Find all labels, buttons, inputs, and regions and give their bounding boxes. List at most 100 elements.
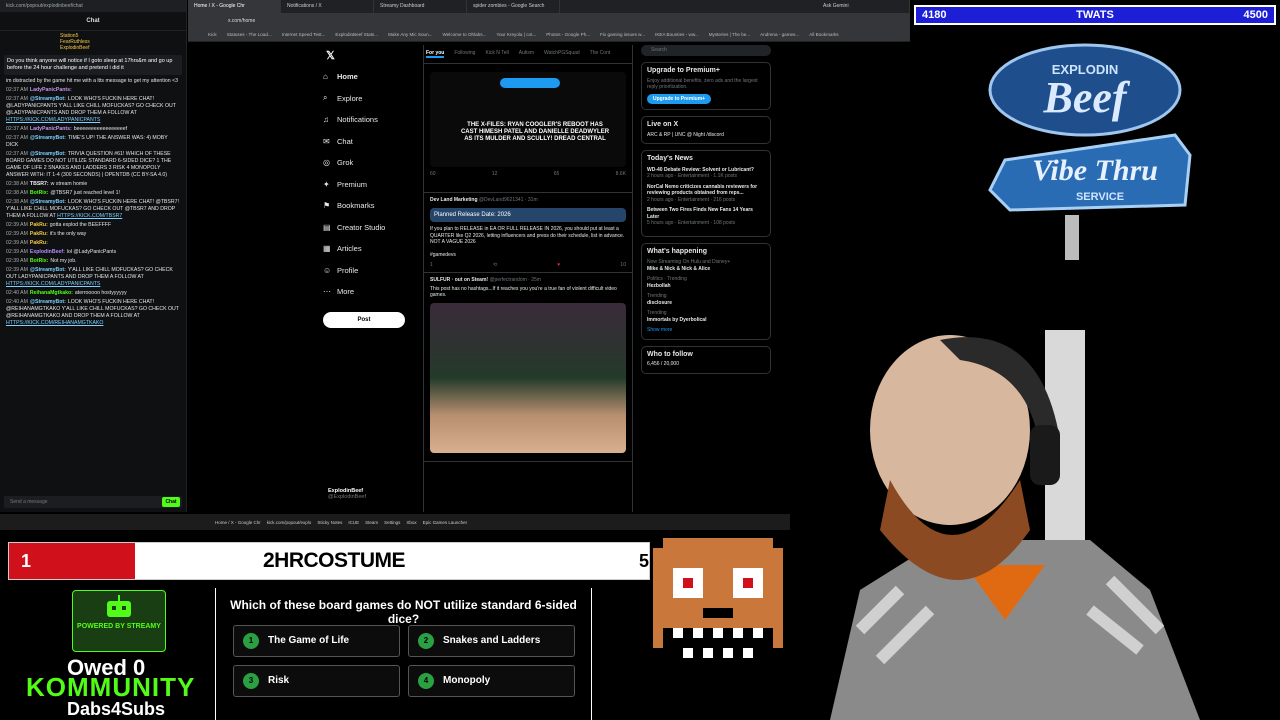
account-switcher[interactable]: ExplodinBeef @ExplodinBeef: [328, 488, 366, 500]
taskbar-item[interactable]: ICUE: [348, 520, 359, 525]
news-item[interactable]: NorCal Nemo criticizes cannabis reviewer…: [647, 184, 765, 204]
nav-bookmarks[interactable]: ⚑ Bookmarks: [323, 195, 423, 217]
feed-tab[interactable]: Kick N Tell: [485, 50, 508, 58]
bookmark-item[interactable]: Your Kreyola | cot...: [496, 29, 536, 41]
bookmark-item[interactable]: ExplodinBeef Stats...: [335, 29, 378, 41]
message-user[interactable]: @StreamyBot:: [30, 135, 66, 141]
bookmark-item[interactable]: Fix gaming issues w...: [600, 29, 645, 41]
browser-tab[interactable]: spider zombies - Google Search: [467, 0, 560, 13]
bookmark-item[interactable]: Make Any Mic Soun...: [388, 29, 432, 41]
bookmark-item[interactable]: IKEA Bounties - ww...: [655, 29, 699, 41]
nav-chat[interactable]: ✉ Chat: [323, 131, 423, 153]
chat-send-button[interactable]: Chat: [162, 497, 180, 507]
browser-tab[interactable]: Notifications / X: [281, 0, 374, 13]
nav-notifications[interactable]: ♫ Notifications: [323, 109, 423, 131]
bookmark-item[interactable]: Welcome to Ohlabs...: [443, 29, 487, 41]
browser-tab[interactable]: Ask Gemini: [817, 0, 910, 13]
message-user[interactable]: TBSR7:: [30, 181, 49, 187]
message-user[interactable]: ReihanaMgtkako:: [30, 290, 73, 296]
feed-tab[interactable]: WatchPGSquad: [544, 50, 580, 58]
reply-count[interactable]: 60: [430, 171, 436, 178]
trend-item[interactable]: Trending Immortals by Dyerbolical: [647, 310, 765, 323]
browser-tab[interactable]: Streamy Dashboard: [374, 0, 467, 13]
feed-tab[interactable]: Following: [454, 50, 475, 58]
timeline-post[interactable]: SULFUR · out on Steam! @perfectrandom · …: [424, 273, 632, 462]
news-item[interactable]: Between Two Fires Finds New Fans 14 Year…: [647, 207, 765, 227]
message-user[interactable]: @StreamyBot:: [30, 151, 66, 157]
sidebar-search[interactable]: Search: [641, 45, 771, 56]
nav-label: Bookmarks: [337, 201, 375, 211]
message-user[interactable]: PakRu:: [30, 240, 48, 246]
like-icon[interactable]: ♥: [557, 262, 560, 269]
message-user[interactable]: @StreamyBot:: [30, 299, 66, 305]
nav-explore[interactable]: ⌕ Explore: [323, 88, 423, 110]
message-user[interactable]: @StreamyBot:: [30, 267, 66, 273]
message-text: it's the only way: [49, 231, 87, 237]
feed-tab[interactable]: The Cont: [590, 50, 611, 58]
address-bar[interactable]: x.com/home: [188, 13, 910, 29]
repost-count[interactable]: 12: [492, 171, 498, 178]
nav-profile[interactable]: ☺ Profile: [323, 260, 423, 282]
message-user[interactable]: ExplodinBeef:: [30, 249, 65, 255]
post-author[interactable]: Dev Land Marketing: [430, 197, 478, 203]
taskbar-item[interactable]: Epic Games Launcher: [423, 520, 468, 525]
view-count[interactable]: 10: [620, 262, 626, 269]
message-user[interactable]: BotRix:: [30, 258, 48, 264]
bookmark-item[interactable]: Internet Speed Test...: [282, 29, 326, 41]
message-link[interactable]: HTTPS://KICK.COM/LADYPANICPANTS: [6, 117, 100, 123]
nav-grok[interactable]: ◎ Grok: [323, 152, 423, 174]
message-user[interactable]: @StreamyBot:: [30, 96, 66, 102]
trend-item[interactable]: Now Streaming On Hulu and Disney+ Mike & …: [647, 259, 765, 272]
like-count[interactable]: 65: [554, 171, 560, 178]
pinned-message[interactable]: Do you think anyone will notice if I got…: [4, 55, 182, 75]
message-link[interactable]: HTTPS://KICK.COM/LADYPANICPANTS: [6, 281, 100, 287]
taskbar-item[interactable]: Home / X - Google Chr: [215, 520, 261, 525]
nav-more[interactable]: ⋯ More: [323, 281, 423, 303]
message-user[interactable]: PakRu:: [30, 222, 48, 228]
news-item[interactable]: WD-40 Debate Review: Solvent or Lubrican…: [647, 167, 765, 180]
feed-tab[interactable]: Autism: [519, 50, 534, 58]
taskbar-item[interactable]: Settings: [384, 520, 400, 525]
message-link[interactable]: HTTPS://KICK.COM/TBSR7: [57, 213, 122, 219]
message-user[interactable]: PakRu:: [30, 231, 48, 237]
quoted-post[interactable]: If you plan to RELEASE in EA OR FULL REL…: [430, 226, 626, 259]
bookmark-item[interactable]: Kick: [208, 29, 217, 41]
bookmark-item[interactable]: Mysteries | The be...: [709, 29, 750, 41]
bookmark-item[interactable]: All Bookmarks: [809, 29, 838, 41]
trend-item[interactable]: Politics · Trending Hezbollah: [647, 276, 765, 289]
repost-icon[interactable]: ⟲: [493, 262, 497, 269]
nav-articles[interactable]: ▦ Articles: [323, 238, 423, 260]
message-user[interactable]: BotRix:: [30, 190, 48, 196]
bookmark-item[interactable]: Photos - Google Ph...: [546, 29, 590, 41]
post-image[interactable]: THE X-FILES: RYAN COOGLER'S REBOOT HAS C…: [430, 72, 626, 167]
message-user[interactable]: LadyPanicPants:: [30, 126, 72, 132]
post-image[interactable]: Planned Release Date: 2026: [430, 207, 626, 222]
show-more-link[interactable]: Show more: [647, 327, 765, 334]
message-user[interactable]: LadyPanicPants:: [30, 87, 72, 93]
nav-premium[interactable]: ✦ Premium: [323, 174, 423, 196]
nav-creator-studio[interactable]: ▤ Creator Studio: [323, 217, 423, 239]
chat-input[interactable]: Send a message Chat: [4, 496, 182, 508]
view-count[interactable]: 8.6K: [616, 171, 626, 178]
feed-tab[interactable]: For you: [426, 50, 445, 58]
taskbar-item[interactable]: kick.com/popout/explo: [267, 520, 312, 525]
reply-count[interactable]: 1: [430, 262, 433, 269]
bookmark-item[interactable]: Andrena - games...: [760, 29, 799, 41]
post-button[interactable]: Post: [323, 312, 405, 328]
browser-tab[interactable]: Home / X - Google Chr: [188, 0, 281, 13]
message-user[interactable]: @StreamyBot:: [30, 199, 66, 205]
nav-home[interactable]: ⌂ Home: [323, 66, 423, 88]
taskbar-item[interactable]: Steam: [365, 520, 378, 525]
post-video[interactable]: [430, 302, 626, 453]
taskbar-item[interactable]: Xbox: [406, 520, 416, 525]
upgrade-button[interactable]: Upgrade to Premium+: [647, 93, 712, 104]
post-author[interactable]: SULFUR · out on Steam!: [430, 277, 488, 283]
x-logo-icon[interactable]: 𝕏: [326, 49, 335, 62]
taskbar-item[interactable]: Sticky Notes: [317, 520, 342, 525]
live-item[interactable]: ARC & RP | UNC @ Night /discord: [647, 132, 765, 139]
timeline-post[interactable]: Dev Land Marketing @DevLand9621341 · 31m…: [424, 193, 632, 273]
trend-item[interactable]: Trending disclosure: [647, 293, 765, 306]
message-link[interactable]: HTTPS://KICK.COM/REIHANAMGTKAKO: [6, 320, 103, 326]
bookmark-item[interactable]: Statuses - The Load...: [227, 29, 272, 41]
timeline-post[interactable]: THE X-FILES: RYAN COOGLER'S REBOOT HAS C…: [424, 64, 632, 193]
